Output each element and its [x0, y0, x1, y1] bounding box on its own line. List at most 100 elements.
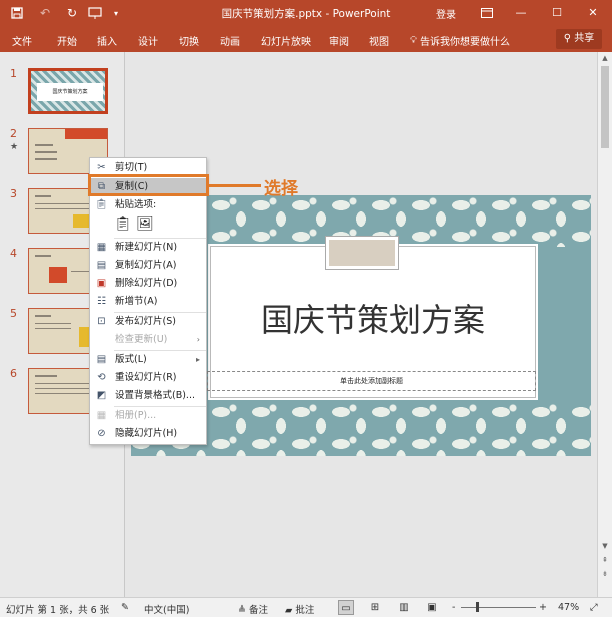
- zoom-level[interactable]: 47%: [558, 602, 579, 613]
- menu-item-format-background[interactable]: ◩ 设置背景格式(B)...: [90, 387, 206, 405]
- title-bar: ↶ ↻ ▾ 国庆节策划方案.pptx - PowerPoint 登录 — ☐ ✕: [0, 0, 612, 26]
- slide-count: 幻灯片 第 1 张，共 6 张: [6, 605, 110, 616]
- comments-button[interactable]: ▰ 批注: [285, 602, 314, 616]
- subtitle-placeholder[interactable]: 单击此处添加副标题: [207, 371, 536, 391]
- paste-keep-formatting-icon[interactable]: 📋︎: [114, 215, 132, 233]
- slide-decorative-tab: [325, 236, 399, 270]
- slide-title[interactable]: 国庆节策划方案: [206, 295, 540, 341]
- tab-review[interactable]: 审阅: [329, 33, 349, 48]
- menu-item-label: 新增节(A): [115, 296, 158, 307]
- tab-slideshow[interactable]: 幻灯片放映: [261, 33, 311, 48]
- previous-slide-icon[interactable]: ⇞: [598, 556, 612, 564]
- menu-item-add-section[interactable]: ☷ 新增节(A): [90, 293, 206, 311]
- zoom-out-button[interactable]: -: [452, 602, 455, 613]
- menu-item-hide-slide[interactable]: ⊘ 隐藏幻灯片(H): [90, 425, 206, 443]
- menu-item-label: 检查更新(U): [115, 334, 168, 345]
- normal-view-icon[interactable]: ▭: [338, 600, 354, 615]
- thumbnail-number: 3: [10, 187, 17, 200]
- menu-item-label: 发布幻灯片(S): [115, 316, 176, 327]
- tab-transitions[interactable]: 切换: [179, 33, 199, 48]
- menu-item-layout[interactable]: ▤ 版式(L) ▸: [90, 351, 206, 369]
- context-menu: ✂ 剪切(T) ⧉ 复制(C) 📋︎ 粘贴选项: 📋︎ 🖼︎ ▦ 新建幻灯片(N…: [89, 157, 207, 445]
- paste-icon: 📋︎: [95, 199, 108, 210]
- animation-star-icon: ★: [10, 142, 19, 152]
- menu-item-new-slide[interactable]: ▦ 新建幻灯片(N): [90, 239, 206, 257]
- menu-item-label: 相册(P)...: [115, 410, 157, 421]
- thumbnail-number: 6: [10, 367, 17, 380]
- tell-me-text: 告诉我你想要做什么: [420, 37, 510, 48]
- share-label: 共享: [574, 33, 595, 44]
- menu-item-label: 设置背景格式(B)...: [115, 390, 195, 401]
- menu-item-paste-options: 📋︎ 粘贴选项:: [90, 196, 206, 214]
- scroll-down-icon[interactable]: ▼: [598, 542, 612, 550]
- next-slide-icon[interactable]: ⇟: [598, 570, 612, 578]
- thumbnail-number: 5: [10, 307, 17, 320]
- zoom-in-button[interactable]: +: [539, 602, 547, 613]
- reset-slide-icon: ⟲: [97, 372, 106, 383]
- menu-item-reset-slide[interactable]: ⟲ 重设幻灯片(R): [90, 369, 206, 387]
- thumbnail-number: 4: [10, 247, 17, 260]
- close-icon[interactable]: ✕: [580, 3, 606, 23]
- vertical-scrollbar[interactable]: ▲ ▼ ⇞ ⇟: [597, 52, 612, 597]
- login-link[interactable]: 登录: [436, 6, 456, 21]
- thumbnail-number: 1: [10, 67, 17, 80]
- menu-item-label: 新建幻灯片(N): [115, 242, 178, 253]
- tab-home[interactable]: 开始: [57, 33, 77, 48]
- highlight-box: [88, 174, 209, 196]
- layout-icon: ▤: [96, 354, 107, 365]
- scissors-icon: ✂: [97, 162, 106, 173]
- maximize-icon[interactable]: ☐: [544, 3, 570, 23]
- format-background-icon: ◩: [96, 390, 107, 401]
- spell-check-icon[interactable]: ✎: [121, 602, 129, 613]
- tab-insert[interactable]: 插入: [97, 33, 117, 48]
- tab-design[interactable]: 设计: [138, 33, 158, 48]
- notes-button[interactable]: ≜ 备注: [238, 602, 268, 616]
- comments-label: 批注: [295, 605, 315, 616]
- menu-item-label: 删除幻灯片(D): [115, 278, 178, 289]
- menu-item-check-updates: 检查更新(U) ›: [90, 331, 206, 349]
- add-section-icon: ☷: [97, 296, 106, 307]
- notes-label: 备注: [249, 605, 269, 616]
- reading-view-icon[interactable]: ▥: [396, 600, 412, 615]
- status-bar: 幻灯片 第 1 张，共 6 张 ✎ 中文(中国) ≜ 备注 ▰ 批注 ▭ ⊞ ▥…: [0, 597, 612, 617]
- paste-as-picture-icon[interactable]: 🖼︎: [136, 215, 154, 233]
- language-indicator[interactable]: 中文(中国): [144, 602, 189, 616]
- menu-item-label: 重设幻灯片(R): [115, 372, 177, 383]
- new-slide-icon: ▦: [96, 242, 107, 253]
- zoom-slider-knob[interactable]: [476, 602, 479, 612]
- thumbnail-slide-1[interactable]: 国庆节策划方案: [28, 68, 108, 114]
- hide-slide-icon: ⊘: [97, 428, 106, 439]
- tab-file[interactable]: 文件: [12, 33, 32, 48]
- photo-album-icon: ▦: [96, 410, 107, 421]
- callout-label: 选择: [264, 179, 298, 199]
- publish-slides-icon: ⊡: [97, 316, 106, 327]
- menu-item-photo-album: ▦ 相册(P)...: [90, 407, 206, 425]
- zoom-slider-track[interactable]: [461, 607, 536, 608]
- menu-item-label: 剪切(T): [115, 162, 148, 173]
- menu-item-delete-slide[interactable]: ▣ 删除幻灯片(D): [90, 275, 206, 293]
- submenu-arrow-icon: ▸: [195, 355, 200, 364]
- minimize-icon[interactable]: —: [508, 3, 534, 23]
- duplicate-slide-icon: ▤: [96, 260, 107, 271]
- submenu-arrow-icon: ›: [196, 335, 200, 344]
- menu-item-duplicate-slide[interactable]: ▤ 复制幻灯片(A): [90, 257, 206, 275]
- person-icon: ⚲: [563, 33, 572, 44]
- tab-animations[interactable]: 动画: [220, 33, 240, 48]
- tab-view[interactable]: 视图: [369, 33, 389, 48]
- menu-item-label: 粘贴选项:: [115, 199, 157, 210]
- thumbnail-number: 2: [10, 127, 17, 140]
- menu-item-publish-slides[interactable]: ⊡ 发布幻灯片(S): [90, 313, 206, 331]
- scrollbar-thumb[interactable]: [601, 66, 609, 148]
- delete-slide-icon: ▣: [96, 278, 107, 289]
- share-button[interactable]: ⚲ 共享: [556, 29, 602, 49]
- menu-item-label: 复制幻灯片(A): [115, 260, 177, 271]
- slide-sorter-icon[interactable]: ⊞: [367, 600, 383, 615]
- notes-icon: ≜: [238, 605, 246, 616]
- scroll-up-icon[interactable]: ▲: [598, 54, 612, 62]
- ribbon-tabs: 文件 开始 插入 设计 切换 动画 幻灯片放映 审阅 视图 💡︎ 告诉我你想要做…: [0, 26, 612, 52]
- tell-me-box[interactable]: 💡︎ 告诉我你想要做什么: [410, 33, 510, 48]
- comment-icon: ▰: [285, 605, 293, 616]
- fit-to-window-icon[interactable]: ⤢: [590, 602, 598, 613]
- ribbon-display-options-icon[interactable]: [474, 3, 500, 23]
- slideshow-icon[interactable]: ▣: [424, 600, 440, 615]
